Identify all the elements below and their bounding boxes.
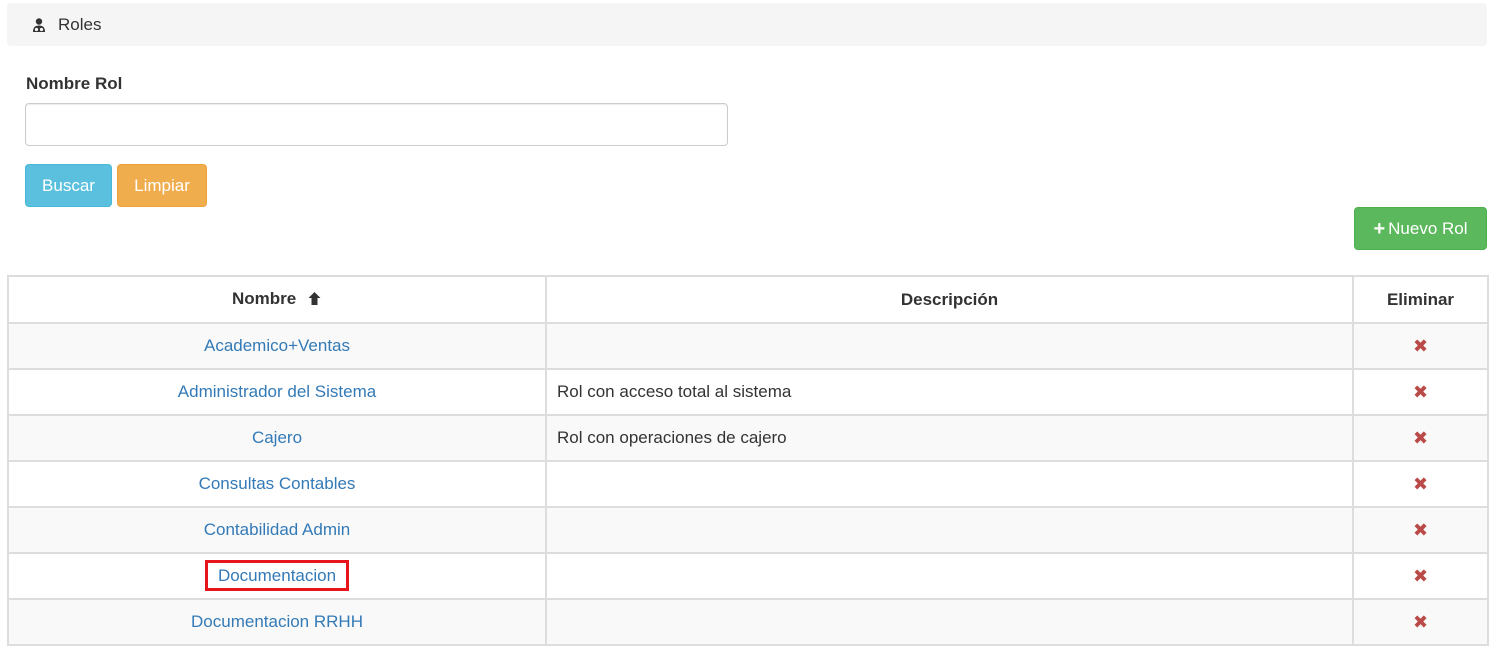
role-name-cell: Contabilidad Admin	[7, 506, 547, 554]
role-description: Rol con operaciones de cajero	[545, 414, 1354, 462]
column-header-delete: Eliminar	[1352, 275, 1489, 324]
delete-cell: ✖	[1352, 414, 1489, 462]
delete-cell: ✖	[1352, 552, 1489, 600]
table-row: Cajero Rol con operaciones de cajero ✖	[7, 414, 1489, 462]
role-description	[545, 460, 1354, 508]
new-role-button[interactable]: + Nuevo Rol	[1354, 207, 1487, 250]
role-description	[545, 322, 1354, 370]
role-name-cell: Documentacion	[7, 552, 547, 600]
clear-button[interactable]: Limpiar	[117, 164, 207, 207]
role-link[interactable]: Contabilidad Admin	[204, 520, 350, 539]
page-title: Roles	[58, 14, 102, 34]
new-role-label: Nuevo Rol	[1388, 218, 1468, 238]
role-link[interactable]: Cajero	[252, 428, 302, 447]
delete-x-icon[interactable]: ✖	[1413, 428, 1428, 448]
column-header-name-label: Nombre	[232, 288, 297, 308]
search-button[interactable]: Buscar	[25, 164, 112, 207]
role-name-cell: Cajero	[7, 414, 547, 462]
roles-table: Nombre Descripción Eliminar Academico+Ve…	[7, 275, 1489, 646]
role-description: Rol con acceso total al sistema	[545, 368, 1354, 416]
nombre-rol-input[interactable]	[25, 103, 728, 146]
page-header: Roles	[7, 3, 1487, 46]
column-header-description: Descripción	[545, 275, 1354, 324]
delete-cell: ✖	[1352, 368, 1489, 416]
role-link-highlighted[interactable]: Documentacion	[204, 560, 350, 591]
role-link[interactable]: Administrador del Sistema	[178, 382, 376, 401]
plus-icon: +	[1373, 217, 1386, 240]
user-secret-icon	[31, 17, 47, 33]
table-row: Documentacion RRHH ✖	[7, 598, 1489, 646]
role-description	[545, 552, 1354, 600]
table-row: Consultas Contables ✖	[7, 460, 1489, 508]
role-link[interactable]: Documentacion RRHH	[191, 612, 363, 631]
nombre-rol-label: Nombre Rol	[26, 74, 123, 93]
table-header-row: Nombre Descripción Eliminar	[7, 275, 1489, 324]
role-description	[545, 598, 1354, 646]
delete-cell: ✖	[1352, 322, 1489, 370]
table-row: Academico+Ventas ✖	[7, 322, 1489, 370]
delete-x-icon[interactable]: ✖	[1413, 612, 1428, 632]
delete-x-icon[interactable]: ✖	[1413, 566, 1428, 586]
role-link[interactable]: Consultas Contables	[199, 474, 356, 493]
delete-x-icon[interactable]: ✖	[1413, 336, 1428, 356]
delete-x-icon[interactable]: ✖	[1413, 382, 1428, 402]
role-description	[545, 506, 1354, 554]
table-row: Documentacion ✖	[7, 552, 1489, 600]
delete-x-icon[interactable]: ✖	[1413, 474, 1428, 494]
role-name-cell: Academico+Ventas	[7, 322, 547, 370]
delete-cell: ✖	[1352, 460, 1489, 508]
delete-cell: ✖	[1352, 506, 1489, 554]
column-header-name[interactable]: Nombre	[7, 275, 547, 324]
table-row: Contabilidad Admin ✖	[7, 506, 1489, 554]
role-name-cell: Administrador del Sistema	[7, 368, 547, 416]
role-name-cell: Consultas Contables	[7, 460, 547, 508]
table-row: Administrador del Sistema Rol con acceso…	[7, 368, 1489, 416]
sort-asc-icon	[307, 291, 322, 311]
role-link[interactable]: Academico+Ventas	[204, 336, 350, 355]
delete-x-icon[interactable]: ✖	[1413, 520, 1428, 540]
delete-cell: ✖	[1352, 598, 1489, 646]
role-name-cell: Documentacion RRHH	[7, 598, 547, 646]
